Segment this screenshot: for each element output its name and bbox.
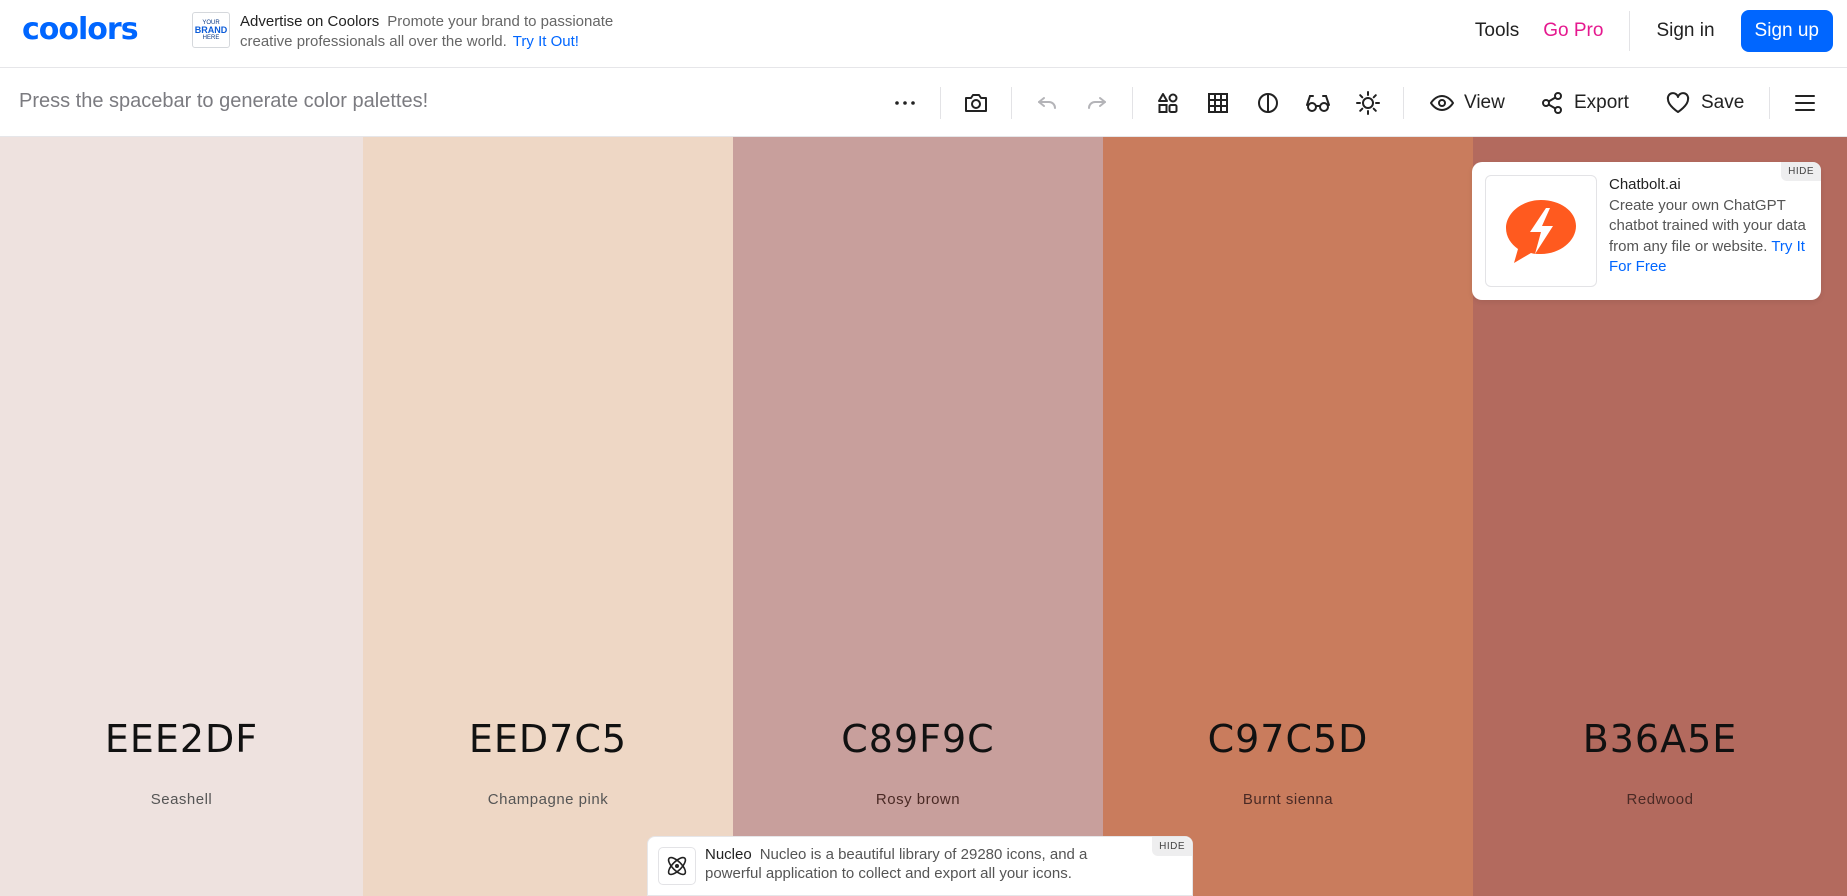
nucleo-logo[interactable]: [658, 847, 696, 885]
color-swatch[interactable]: EED7C5 Champagne pink: [363, 137, 733, 896]
color-name: Burnt sienna: [1242, 791, 1334, 808]
hex-code[interactable]: EEE2DF: [0, 717, 363, 761]
brand-line-3: HERE: [202, 34, 220, 41]
eye-icon: [1430, 91, 1454, 115]
color-swatch[interactable]: EEE2DF Seashell: [0, 137, 363, 896]
header-ad-link[interactable]: Try It Out!: [513, 33, 579, 50]
save-label: Save: [1701, 91, 1745, 113]
lightning-bolt-icon: [1506, 200, 1576, 263]
export-button[interactable]: Export: [1540, 68, 1629, 137]
color-swatch[interactable]: C89F9C Rosy brown: [733, 137, 1103, 896]
chatbolt-ad[interactable]: Chatbolt.ai Create your own ChatGPT chat…: [1472, 162, 1821, 300]
header-ad-text: Advertise on Coolors Promote your brand t…: [240, 12, 660, 52]
generator-toolbar: Press the spacebar to generate color pal…: [0, 68, 1847, 137]
hex-code[interactable]: C97C5D: [1103, 717, 1473, 761]
color-name: Redwood: [1626, 791, 1694, 808]
toolbar-divider: [1132, 87, 1133, 119]
toolbar-divider: [1011, 87, 1012, 119]
nav-divider: [1629, 11, 1631, 51]
grid-icon[interactable]: [1201, 68, 1235, 137]
coolors-logo[interactable]: coolors: [22, 12, 139, 47]
nucleo-ad-body: Nucleo is a beautiful library of 29280 i…: [705, 846, 1088, 882]
color-name: Rosy brown: [875, 791, 961, 808]
heart-icon: [1665, 91, 1691, 115]
hex-code[interactable]: EED7C5: [363, 717, 733, 761]
more-options-icon[interactable]: [888, 68, 922, 137]
brand-line-2: BRAND: [194, 24, 228, 35]
chatbolt-ad-title[interactable]: Chatbolt.ai: [1609, 175, 1809, 196]
chatbolt-logo[interactable]: [1485, 175, 1597, 287]
nucleo-ad[interactable]: Nucleo Nucleo is a beautiful library of 2…: [647, 836, 1193, 896]
header-ad[interactable]: YOUR BRAND HERE Advertise on Coolors Prom…: [192, 12, 660, 52]
hide-ad-button[interactable]: HIDE: [1781, 162, 1821, 181]
color-swatch[interactable]: C97C5D Burnt sienna: [1103, 137, 1473, 896]
shapes-icon[interactable]: [1151, 68, 1185, 137]
color-name: Champagne pink: [487, 791, 609, 808]
color-name: Seashell: [150, 791, 213, 808]
brightness-icon[interactable]: [1351, 68, 1385, 137]
chatbolt-ad-text: Chatbolt.ai Create your own ChatGPT chat…: [1609, 175, 1809, 278]
nucleo-ad-title[interactable]: Nucleo: [705, 846, 752, 863]
hex-code[interactable]: C89F9C: [733, 717, 1103, 761]
atom-icon: [667, 856, 687, 876]
toolbar-divider: [940, 87, 941, 119]
sign-up-button[interactable]: Sign up: [1740, 10, 1833, 52]
redo-icon[interactable]: [1080, 68, 1114, 137]
hamburger-menu-icon[interactable]: [1788, 68, 1822, 137]
top-header: coolors YOUR BRAND HERE Advertise on Coo…: [0, 0, 1847, 68]
spacebar-hint: Press the spacebar to generate color pal…: [19, 90, 429, 112]
toolbar-divider: [1769, 87, 1770, 119]
share-icon: [1540, 91, 1564, 115]
undo-icon[interactable]: [1030, 68, 1064, 137]
toolbar-divider: [1403, 87, 1404, 119]
export-label: Export: [1574, 91, 1629, 113]
hex-code[interactable]: B36A5E: [1473, 717, 1847, 761]
save-button[interactable]: Save: [1665, 68, 1744, 137]
hide-ad-button[interactable]: HIDE: [1152, 837, 1192, 856]
sign-in-link[interactable]: Sign in: [1656, 20, 1714, 42]
view-label: View: [1464, 91, 1505, 113]
camera-icon[interactable]: [959, 68, 993, 137]
go-pro-link[interactable]: Go Pro: [1543, 20, 1603, 42]
contrast-icon[interactable]: [1251, 68, 1285, 137]
tools-link[interactable]: Tools: [1475, 20, 1519, 42]
header-nav: Tools Go Pro Sign in Sign up: [1463, 10, 1833, 52]
ad-brand-thumbnail[interactable]: YOUR BRAND HERE: [192, 12, 230, 48]
glasses-icon[interactable]: [1301, 68, 1335, 137]
header-ad-title[interactable]: Advertise on Coolors: [240, 13, 379, 30]
view-button[interactable]: View: [1430, 68, 1505, 137]
nucleo-ad-text: Nucleo Nucleo is a beautiful library of 2…: [705, 845, 1135, 883]
